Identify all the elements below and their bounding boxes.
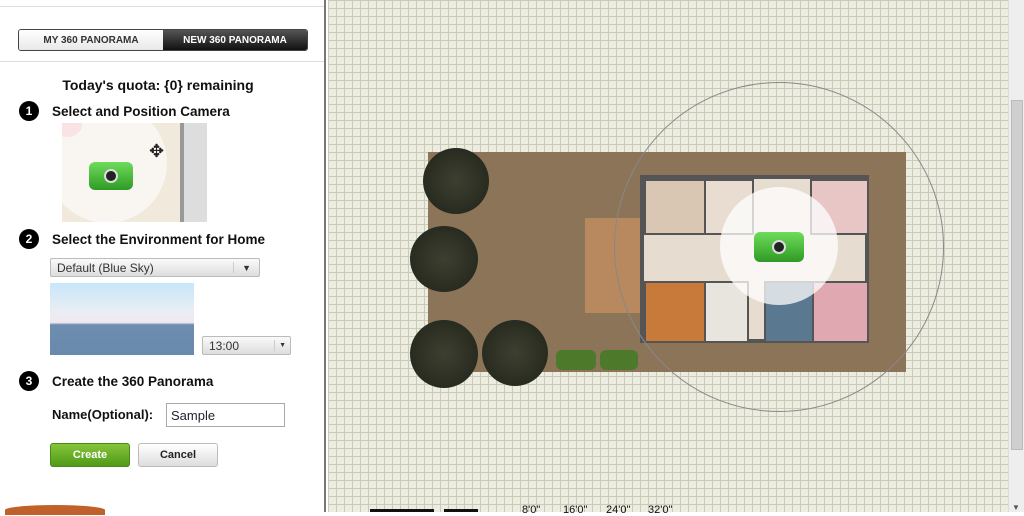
tab-new-360-panorama[interactable]: NEW 360 PANORAMA bbox=[163, 30, 307, 50]
ruler-label: 32'0" bbox=[648, 504, 673, 516]
create-button[interactable]: Create bbox=[50, 443, 130, 467]
panorama-panel: MY 360 PANORAMA NEW 360 PANORAMA Today's… bbox=[0, 0, 326, 515]
mascot-image bbox=[5, 505, 105, 515]
name-label: Name(Optional): bbox=[52, 407, 154, 422]
name-input[interactable] bbox=[166, 403, 285, 427]
camera-icon[interactable] bbox=[89, 162, 133, 190]
shrub bbox=[556, 350, 596, 370]
scroll-down-icon[interactable]: ▼ bbox=[1012, 503, 1020, 512]
tree bbox=[410, 226, 478, 292]
chevron-down-icon: ▼ bbox=[274, 340, 290, 351]
step-number: 1 bbox=[19, 101, 39, 121]
vertical-scrollbar[interactable]: ▼ bbox=[1008, 0, 1024, 512]
quota-text: Today's quota: {0} remaining bbox=[62, 77, 254, 93]
ruler-label: 24'0" bbox=[606, 504, 631, 516]
step-title: Create the 360 Panorama bbox=[52, 373, 214, 389]
divider bbox=[0, 61, 324, 62]
step-title: Select and Position Camera bbox=[52, 103, 230, 119]
cancel-button[interactable]: Cancel bbox=[138, 443, 218, 467]
step-number: 2 bbox=[19, 229, 39, 249]
environment-preview bbox=[50, 283, 194, 355]
chevron-down-icon: ▼ bbox=[233, 262, 259, 273]
camera-position-preview[interactable]: ✥ bbox=[62, 123, 207, 222]
tree bbox=[482, 320, 548, 386]
scrollbar-thumb[interactable] bbox=[1011, 100, 1023, 450]
tree bbox=[410, 320, 478, 388]
time-select[interactable]: 13:00 ▼ bbox=[202, 336, 291, 355]
move-icon[interactable]: ✥ bbox=[149, 141, 164, 162]
camera-icon[interactable] bbox=[754, 232, 804, 262]
ruler-label: 8'0" bbox=[522, 504, 541, 516]
panorama-tabs: MY 360 PANORAMA NEW 360 PANORAMA bbox=[18, 29, 308, 51]
ruler-label: 16'0" bbox=[563, 504, 588, 516]
step-1-heading: 1 Select and Position Camera bbox=[19, 101, 230, 121]
environment-value: Default (Blue Sky) bbox=[57, 260, 154, 275]
step-2-heading: 2 Select the Environment for Home bbox=[19, 229, 265, 249]
time-value: 13:00 bbox=[209, 338, 240, 353]
shrub bbox=[600, 350, 638, 370]
step-3-heading: 3 Create the 360 Panorama bbox=[19, 371, 213, 391]
tree bbox=[423, 148, 489, 214]
step-number: 3 bbox=[19, 371, 39, 391]
divider bbox=[0, 6, 324, 7]
tab-my-360-panorama[interactable]: MY 360 PANORAMA bbox=[19, 30, 163, 50]
environment-select[interactable]: Default (Blue Sky) ▼ bbox=[50, 258, 260, 277]
step-title: Select the Environment for Home bbox=[52, 231, 266, 247]
